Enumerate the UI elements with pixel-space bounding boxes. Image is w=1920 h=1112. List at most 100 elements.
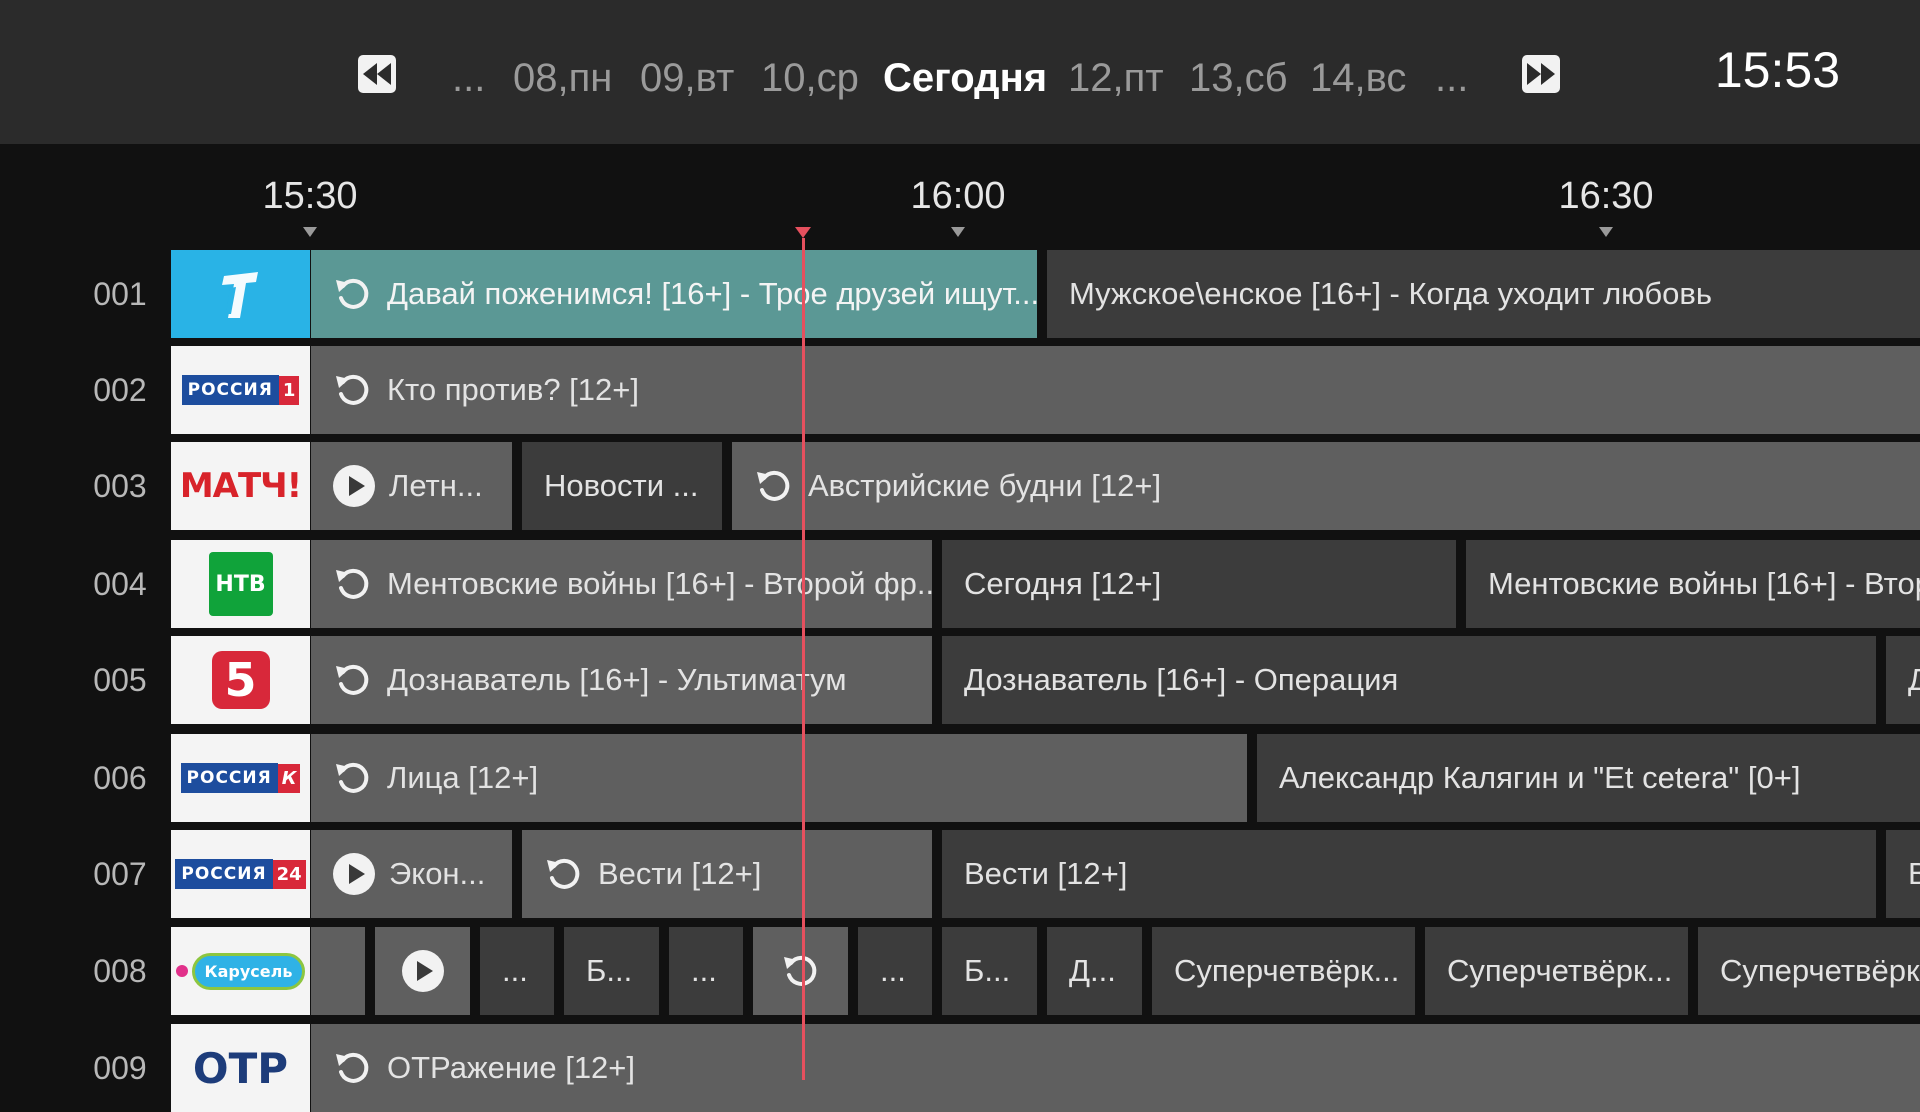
program-cell[interactable]: Д xyxy=(1886,636,1920,724)
program-cell[interactable]: Новости ... xyxy=(522,442,722,530)
program-title: Мужское\енское [16+] - Когда уходит любо… xyxy=(1069,276,1713,311)
karusel-logo[interactable]: Карусель xyxy=(171,927,310,1015)
rewind-icon[interactable] xyxy=(358,55,396,93)
day-next-more[interactable]: ... xyxy=(1435,48,1468,108)
program-title: Суперчетвёрк... xyxy=(1447,953,1673,988)
program-title: ... xyxy=(880,953,906,988)
program-title: Александр Калягин и "Et cetera" [0+] xyxy=(1279,760,1801,795)
channel-number: 002 xyxy=(93,372,147,408)
program-title: Ментовские войны [16+] - Второй фр... xyxy=(387,566,932,601)
ntv-logo[interactable]: НТВ xyxy=(171,540,310,628)
play-icon xyxy=(333,465,375,507)
channel-number: 009 xyxy=(93,1050,147,1086)
program-cell[interactable]: Лица [12+] xyxy=(311,734,1247,822)
program-cell[interactable]: Кто против? [12+] xyxy=(311,346,1920,434)
rossiya-k-logo[interactable]: РОССИЯ К xyxy=(171,734,310,822)
tick-label: 16:30 xyxy=(1558,175,1654,217)
program-title: ... xyxy=(502,953,528,988)
program-cell[interactable]: Вести [12+] xyxy=(522,830,932,918)
tick-marker xyxy=(303,227,317,237)
replay-icon xyxy=(333,1048,373,1088)
program-cell[interactable]: Мужское\енское [16+] - Когда уходит любо… xyxy=(1047,250,1920,338)
program-cell[interactable]: Б... xyxy=(564,927,659,1015)
replay-icon xyxy=(544,854,584,894)
program-cell[interactable]: ОТРажение [12+] xyxy=(311,1024,1920,1112)
program-title: ... xyxy=(691,953,717,988)
replay-icon xyxy=(333,660,373,700)
program-title: Б... xyxy=(586,953,633,988)
program-cell[interactable]: В xyxy=(1886,830,1920,918)
otr-logo[interactable]: ОТР xyxy=(171,1024,310,1112)
program-cell[interactable]: ... xyxy=(669,927,743,1015)
program-title: Сегодня [12+] xyxy=(964,566,1162,601)
perviy-kanal-logo[interactable] xyxy=(171,250,310,338)
day-today[interactable]: Сегодня xyxy=(883,48,1047,108)
program-title: Вести [12+] xyxy=(598,856,762,891)
fast-forward-icon[interactable] xyxy=(1522,55,1560,93)
channel-row: 004 НТВ Ментовские войны [16+] - Второй фр… xyxy=(0,540,1920,628)
replay-icon xyxy=(333,370,373,410)
program-cell[interactable]: Суперчетвёрк... xyxy=(1425,927,1688,1015)
channel-number: 005 xyxy=(93,662,147,698)
program-cell[interactable] xyxy=(753,927,848,1015)
channel-number: 004 xyxy=(93,566,147,602)
channel-row: 006 РОССИЯ К Лица [12+] Александр Калягин и … xyxy=(0,734,1920,822)
program-cell[interactable]: Дознаватель [16+] - Операция xyxy=(942,636,1876,724)
program-cell[interactable]: Суперчетвёрка xyxy=(1698,927,1920,1015)
day-10[interactable]: 10,ср xyxy=(761,48,859,108)
day-14[interactable]: 14,вс xyxy=(1310,48,1406,108)
channel-5-logo[interactable]: 5 xyxy=(171,636,310,724)
program-title: Д... xyxy=(1069,953,1116,988)
tick-marker xyxy=(951,227,965,237)
replay-icon xyxy=(781,951,821,991)
program-title: Вести [12+] xyxy=(964,856,1128,891)
program-cell[interactable]: Давай поженимся! [16+] - Трое друзей ищу… xyxy=(311,250,1037,338)
day-09[interactable]: 09,вт xyxy=(640,48,734,108)
program-cell[interactable]: ... xyxy=(480,927,554,1015)
program-title: ОТРажение [12+] xyxy=(387,1050,636,1085)
channel-row: 009 ОТР ОТРажение [12+] xyxy=(0,1024,1920,1112)
match-tv-logo[interactable]: МАТЧ! xyxy=(171,442,310,530)
tick-marker xyxy=(1599,227,1613,237)
rossiya-1-logo[interactable]: РОССИЯ 1 xyxy=(171,346,310,434)
replay-icon xyxy=(333,758,373,798)
program-title: Ментовские войны [16+] - Второ xyxy=(1488,566,1920,601)
program-cell[interactable]: Суперчетвёрк... xyxy=(1152,927,1415,1015)
day-13[interactable]: 13,сб xyxy=(1189,48,1288,108)
program-cell[interactable]: Д... xyxy=(1047,927,1142,1015)
program-cell[interactable]: Экон... xyxy=(311,830,512,918)
program-cell[interactable]: Б... xyxy=(942,927,1037,1015)
clock: 15:53 xyxy=(1714,42,1840,98)
program-title: Суперчетвёрк... xyxy=(1174,953,1400,988)
program-title: Летн... xyxy=(389,468,483,503)
program-title: Новости ... xyxy=(544,468,699,503)
channel-row: 007 РОССИЯ 24 Экон... Вести [12+] Вести [12+]… xyxy=(0,830,1920,918)
channel-row: 002 РОССИЯ 1 Кто против? [12+] xyxy=(0,346,1920,434)
program-cell[interactable]: Ментовские войны [16+] - Второ xyxy=(1466,540,1920,628)
program-cell[interactable]: Вести [12+] xyxy=(942,830,1876,918)
program-title: В xyxy=(1908,856,1920,891)
rossiya-24-logo[interactable]: РОССИЯ 24 xyxy=(171,830,310,918)
program-title: Б... xyxy=(964,953,1011,988)
program-cell[interactable]: Австрийские будни [12+] xyxy=(732,442,1920,530)
program-cell[interactable] xyxy=(311,927,365,1015)
program-cell[interactable]: Дознаватель [16+] - Ультиматум xyxy=(311,636,932,724)
program-title: Д xyxy=(1908,662,1920,697)
channel-number: 003 xyxy=(93,468,147,504)
program-cell[interactable]: Александр Калягин и "Et cetera" [0+] xyxy=(1257,734,1920,822)
program-title: Суперчетвёрка xyxy=(1720,953,1920,988)
tick-label: 15:30 xyxy=(262,175,358,217)
day-12[interactable]: 12,пт xyxy=(1068,48,1164,108)
day-prev-more[interactable]: ... xyxy=(452,48,485,108)
program-cell[interactable]: Сегодня [12+] xyxy=(942,540,1456,628)
program-cell[interactable]: Ментовские войны [16+] - Второй фр... xyxy=(311,540,932,628)
day-08[interactable]: 08,пн xyxy=(513,48,612,108)
program-title: Дознаватель [16+] - Операция xyxy=(964,662,1399,697)
channel-number: 001 xyxy=(93,276,147,312)
program-cell[interactable]: ... xyxy=(858,927,932,1015)
program-cell[interactable]: Летн... xyxy=(311,442,512,530)
channel-number: 007 xyxy=(93,856,147,892)
program-title: Лица [12+] xyxy=(387,760,539,795)
program-title: Австрийские будни [12+] xyxy=(808,468,1162,503)
program-cell[interactable] xyxy=(375,927,470,1015)
